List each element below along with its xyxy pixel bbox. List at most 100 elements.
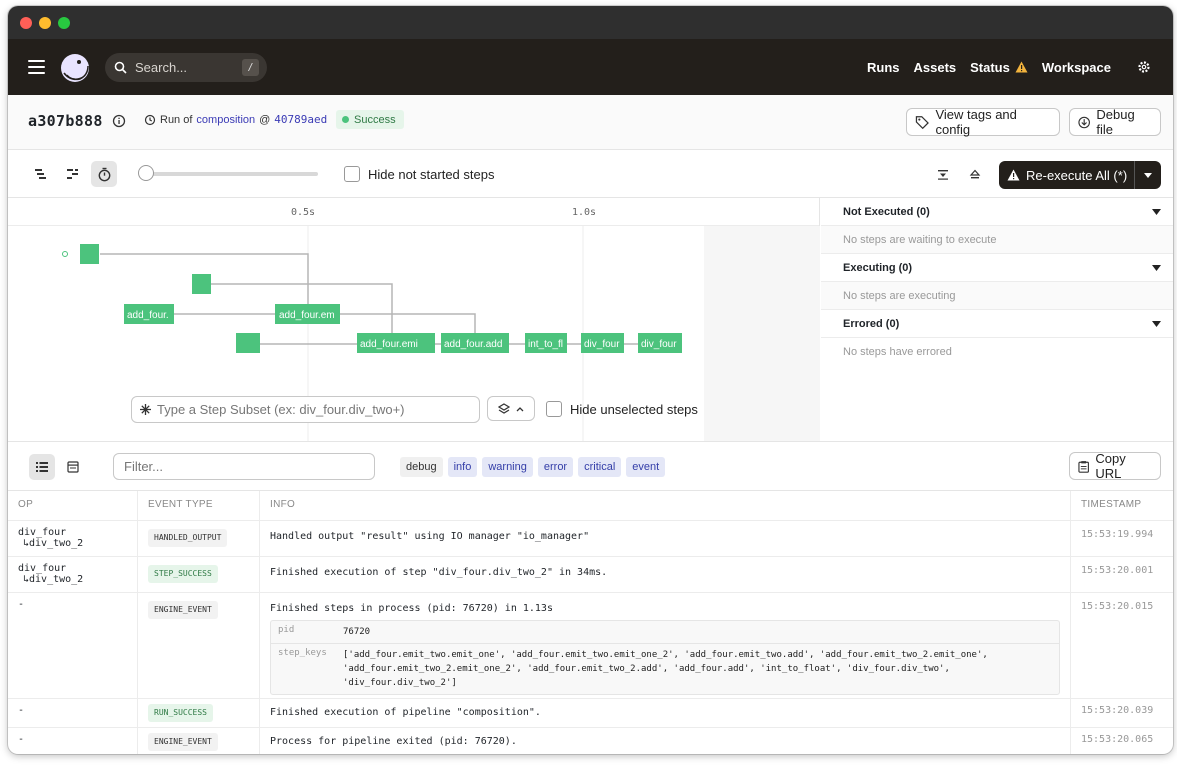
snapshot-link[interactable]: 40789aed <box>274 113 327 126</box>
nav-runs[interactable]: Runs <box>867 60 900 75</box>
step-subset-input[interactable]: Type a Step Subset (ex: div_four.div_two… <box>131 396 480 423</box>
pipeline-link[interactable]: composition <box>196 114 255 126</box>
row-op: - <box>8 593 138 698</box>
log-level-filters: debug info warning error critical event <box>400 457 666 477</box>
level-critical[interactable]: critical <box>578 457 622 477</box>
level-debug[interactable]: debug <box>400 457 443 477</box>
flat-view-button[interactable] <box>60 161 86 187</box>
level-error[interactable]: error <box>537 457 574 477</box>
app-window: Search... / Runs Assets Status Workspace… <box>8 6 1173 754</box>
table-row[interactable]: - RUN_SUCCESS Finished execution of pipe… <box>8 699 1173 728</box>
eject-icon <box>969 169 981 179</box>
executing-section-header[interactable]: Executing (0) <box>821 254 1173 282</box>
reexecute-all-button[interactable]: Re-execute All (*) <box>999 161 1161 189</box>
run-of: Run of composition @ 40789aed <box>144 113 327 126</box>
debug-file-button[interactable]: Debug file <box>1069 107 1161 137</box>
row-info: Process for pipeline exited (pid: 76720)… <box>260 728 1071 754</box>
history-icon <box>144 114 156 125</box>
errored-empty: No steps have errored <box>821 338 1173 366</box>
executing-title: Executing (0) <box>843 261 913 274</box>
col-event-type: EVENT TYPE <box>138 491 260 520</box>
level-event[interactable]: event <box>626 457 666 477</box>
table-row[interactable]: div_four ↳div_two_2 HANDLED_OUTPUT Handl… <box>8 521 1173 557</box>
row-op: div_four ↳div_two_2 <box>8 557 138 592</box>
gantt-chart: 0.5s 1.0s add_four. add_four.em add_four… <box>8 198 820 441</box>
step-label: add_four. <box>127 310 169 321</box>
table-row[interactable]: div_four ↳div_two_2 STEP_SUCCESS Finishe… <box>8 557 1173 593</box>
menu-icon[interactable] <box>28 60 45 74</box>
run-at: @ <box>259 113 271 126</box>
tag-icon <box>915 115 929 129</box>
filter-steps-button[interactable] <box>930 161 956 187</box>
run-of-label: Run of <box>160 113 193 126</box>
collapse-button[interactable] <box>962 161 988 187</box>
waterfall-icon <box>35 169 46 179</box>
row-timestamp: 15:53:20.015 <box>1081 601 1154 612</box>
reexecute-label: Re-execute All (*) <box>1026 167 1128 183</box>
step-status-panel: Not Executed (0) No steps are waiting to… <box>821 198 1173 441</box>
table-row[interactable]: - ENGINE_EVENT Process for pipeline exit… <box>8 728 1173 754</box>
hide-not-started-checkbox[interactable] <box>344 166 360 182</box>
view-tags-button[interactable]: View tags and config <box>906 107 1060 137</box>
table-row[interactable]: - ENGINE_EVENT Finished steps in process… <box>8 593 1173 699</box>
zoom-slider[interactable] <box>138 165 318 181</box>
hide-not-started-toggle[interactable]: Hide not started steps <box>344 166 494 182</box>
nav-status-label: Status <box>970 59 1010 75</box>
col-timestamp: TIMESTAMP <box>1081 499 1142 510</box>
step-bar[interactable] <box>192 274 211 294</box>
row-op-name: div_four <box>18 563 67 574</box>
level-info[interactable]: info <box>447 457 478 477</box>
row-event: HANDLED_OUTPUT <box>138 521 260 556</box>
maximize-window-button[interactable] <box>58 17 70 29</box>
gantt-toolbar: Hide not started steps Re-execute All (*… <box>8 150 1173 198</box>
not-executed-section-header[interactable]: Not Executed (0) <box>821 198 1173 226</box>
copy-url-button[interactable]: Copy URL <box>1069 451 1161 481</box>
top-navbar: Search... / Runs Assets Status Workspace <box>8 39 1173 95</box>
gantt-step-bars <box>80 244 682 353</box>
zoom-slider-thumb[interactable] <box>138 165 154 181</box>
info-icon[interactable] <box>112 114 126 128</box>
clipboard-icon <box>1078 460 1089 473</box>
dagster-logo[interactable] <box>58 51 92 85</box>
row-timestamp: 15:53:20.039 <box>1081 705 1154 716</box>
step-bar[interactable] <box>236 333 260 353</box>
caret-down-icon <box>1152 208 1161 215</box>
layers-select[interactable] <box>487 396 535 421</box>
not-executed-empty: No steps are waiting to execute <box>821 226 1173 254</box>
row-op: div_four ↳div_two_2 <box>8 521 138 556</box>
download-steps-icon <box>938 170 948 180</box>
row-info: Finished execution of pipeline "composit… <box>260 699 1071 727</box>
raw-log-button[interactable] <box>60 454 86 480</box>
settings-button[interactable] <box>1137 60 1151 74</box>
log-filter-placeholder: Filter... <box>124 459 164 474</box>
timed-view-button[interactable] <box>91 161 117 187</box>
search-input[interactable]: Search... / <box>105 53 267 82</box>
hide-unselected-checkbox[interactable] <box>546 401 562 417</box>
nav-assets[interactable]: Assets <box>913 60 956 75</box>
log-filter-input[interactable]: Filter... <box>113 453 375 480</box>
errored-title: Errored (0) <box>843 317 900 330</box>
metadata-value: 76720 <box>343 627 371 637</box>
step-label: div_four <box>584 339 620 350</box>
step-bar[interactable] <box>80 244 99 264</box>
hide-unselected-toggle[interactable]: Hide unselected steps <box>546 401 698 417</box>
structured-log-button[interactable] <box>29 454 55 480</box>
errored-section-header[interactable]: Errored (0) <box>821 310 1173 338</box>
step-label: add_four.add <box>444 339 502 350</box>
waterfall-view-button[interactable] <box>28 161 54 187</box>
flat-icon <box>67 169 78 179</box>
nav-status[interactable]: Status <box>970 60 1028 75</box>
row-info-text: Finished steps in process (pid: 76720) i… <box>270 603 553 614</box>
step-subset-placeholder: Type a Step Subset (ex: div_four.div_two… <box>157 402 405 417</box>
level-warning[interactable]: warning <box>482 457 533 477</box>
row-info: Finished execution of step "div_four.div… <box>260 557 1071 592</box>
event-tag: HANDLED_OUTPUT <box>148 529 228 547</box>
event-tag: ENGINE_EVENT <box>148 733 218 751</box>
nav-workspace[interactable]: Workspace <box>1042 60 1111 75</box>
row-timestamp: 15:53:19.994 <box>1081 529 1154 540</box>
close-window-button[interactable] <box>20 17 32 29</box>
minimize-window-button[interactable] <box>39 17 51 29</box>
gear-icon <box>1138 61 1150 73</box>
reexecute-dropdown[interactable] <box>1134 161 1161 189</box>
step-label: add_four.emi <box>360 339 418 350</box>
